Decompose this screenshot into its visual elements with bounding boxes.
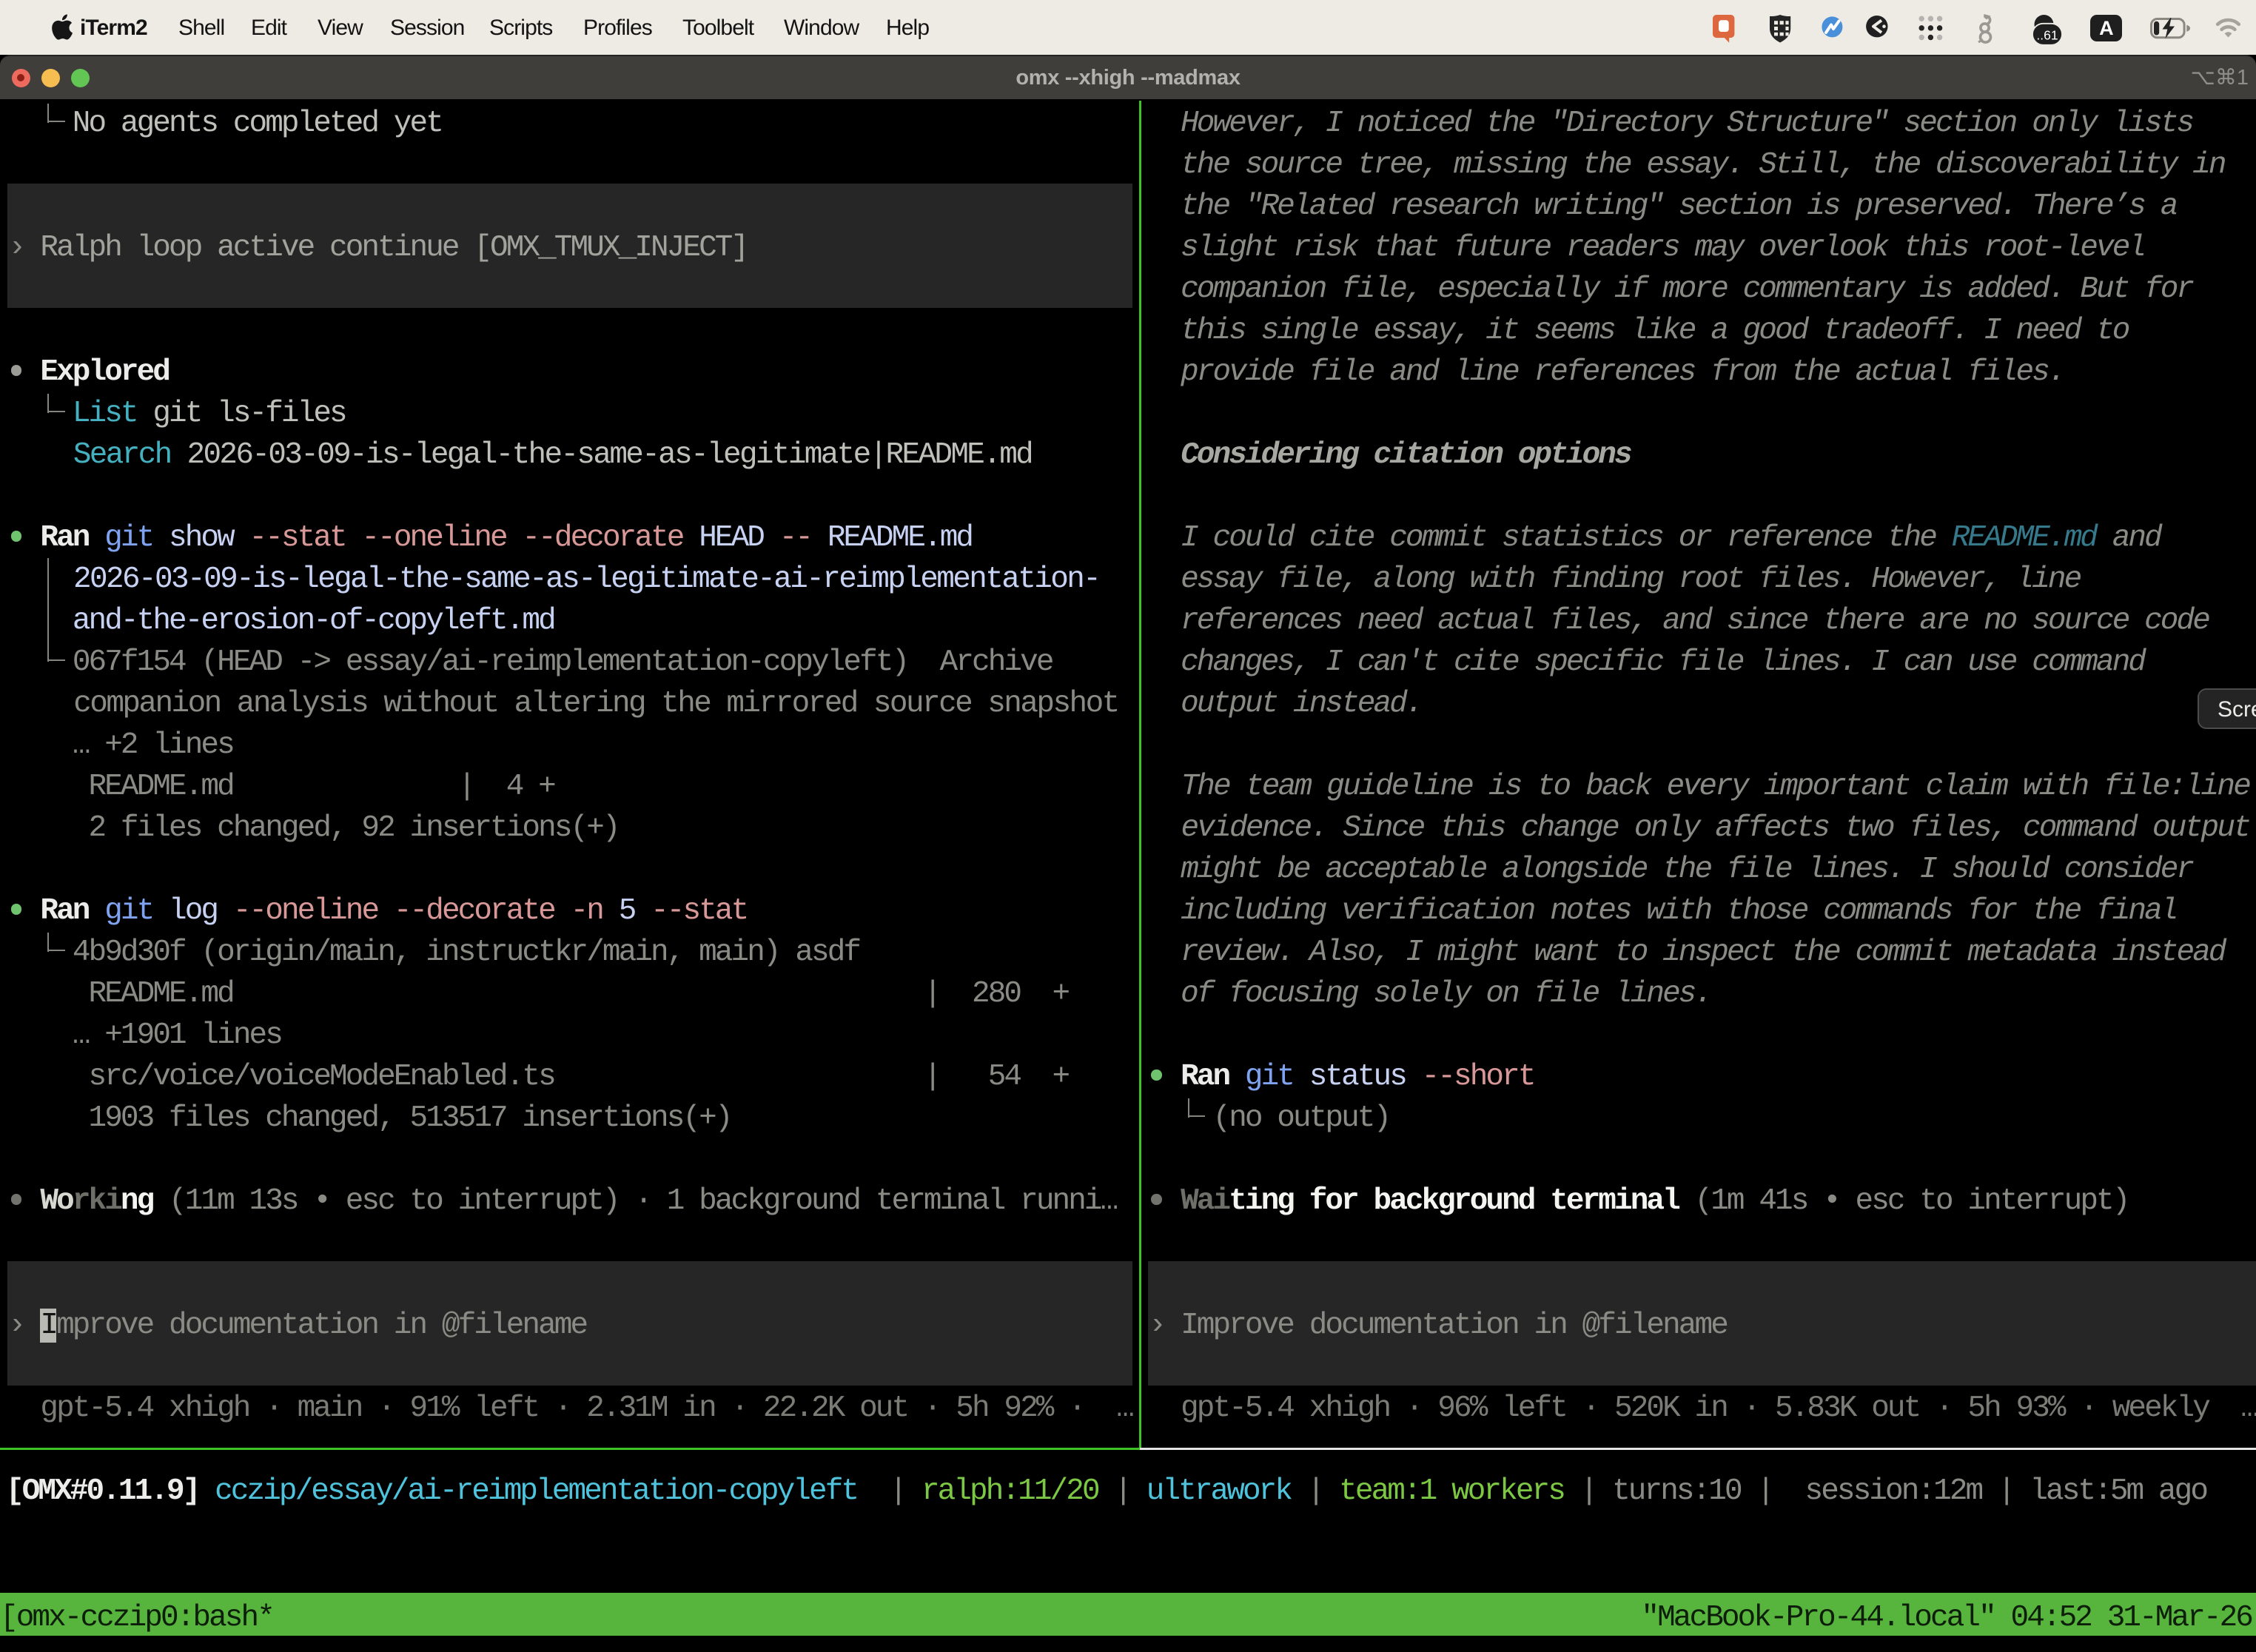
svg-text:..61: ..61: [2036, 27, 2058, 42]
